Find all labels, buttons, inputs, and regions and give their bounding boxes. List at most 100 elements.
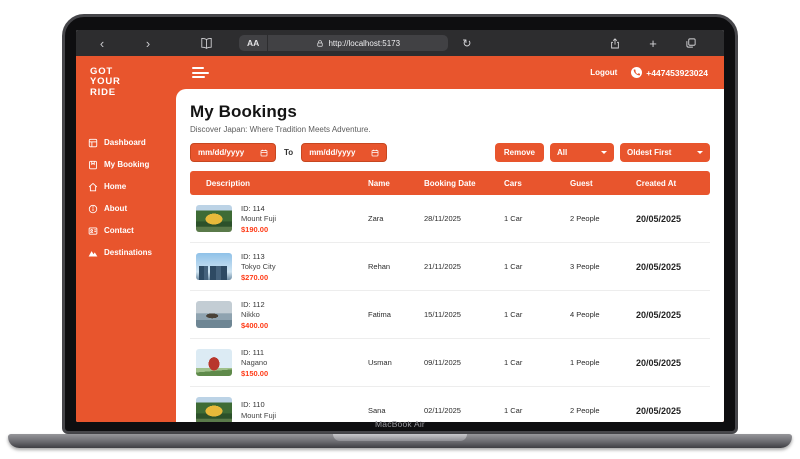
booking-price: $400.00 (241, 320, 269, 330)
topbar: Logout +447453923024 (176, 56, 724, 89)
table-row[interactable]: ID: 111 Nagano $150.00 Usman 09/11/2025 … (190, 339, 710, 387)
url-text: http://localhost:5173 (328, 38, 401, 48)
remove-filter-button[interactable]: Remove (494, 143, 544, 162)
calendar-icon (371, 149, 379, 156)
created-at: 20/05/2025 (636, 309, 682, 320)
booking-icon (89, 160, 97, 169)
booking-date: 09/11/2025 (424, 358, 461, 367)
destination-thumbnail (196, 301, 232, 328)
created-at: 20/05/2025 (636, 357, 682, 368)
sidebar-nav: Dashboard My Booking Home About Contact … (76, 132, 176, 264)
page-subtitle: Discover Japan: Where Tradition Meets Ad… (190, 125, 371, 134)
guest-name: Rehan (368, 262, 391, 271)
booking-date: 15/11/2025 (424, 310, 461, 319)
back-icon[interactable]: ‹ (90, 37, 114, 50)
destination-name: Mount Fuji (241, 214, 277, 223)
sidebar-item-dashboard[interactable]: Dashboard (76, 132, 176, 154)
page-title: My Bookings (190, 102, 297, 121)
sidebar-item-home[interactable]: Home (76, 176, 176, 198)
sort-select[interactable]: Oldest First (620, 143, 710, 162)
table-row[interactable]: ID: 112 Nikko $400.00 Fatima 15/11/2025 … (190, 291, 710, 339)
category-select[interactable]: All (550, 143, 614, 162)
sidebar-item-destinations[interactable]: Destinations (76, 242, 176, 264)
laptop-base-notch (333, 434, 467, 441)
guest-count: 3 People (570, 262, 600, 271)
phone-contact[interactable]: +447453923024 (631, 67, 708, 78)
share-icon[interactable] (596, 37, 634, 50)
info-icon (88, 204, 98, 213)
menu-icon[interactable] (192, 67, 209, 78)
created-at: 20/05/2025 (636, 261, 682, 272)
destination-thumbnail (196, 205, 232, 232)
lock-icon (317, 39, 324, 47)
destination-thumbnail (196, 253, 232, 280)
phone-icon (631, 67, 643, 78)
booking-price: $190.00 (241, 224, 269, 234)
guest-count: 2 People (570, 406, 600, 415)
reading-list-icon[interactable] (200, 37, 213, 50)
destination-name: Nikko (241, 310, 260, 319)
table-header: Description Name Booking Date Cars Guest… (190, 171, 710, 195)
chevron-down-icon (697, 151, 703, 154)
table-row[interactable]: ID: 114 Mount Fuji $190.00 Zara 28/11/20… (190, 195, 710, 243)
created-at: 20/05/2025 (636, 213, 682, 224)
cars-count: 1 Car (504, 310, 523, 319)
booking-id: ID: 110 (241, 400, 265, 409)
destination-thumbnail (196, 349, 232, 376)
guest-name: Zara (368, 214, 384, 223)
tab-overview-icon[interactable] (672, 37, 710, 49)
sidebar-item-contact[interactable]: Contact (76, 220, 176, 242)
guest-name: Fatima (368, 310, 391, 319)
guest-name: Sana (368, 406, 386, 415)
sidebar: GOT YOUR RIDE Dashboard My Booking Home … (76, 56, 176, 422)
forward-icon[interactable]: › (136, 37, 160, 50)
booking-price: $150.00 (241, 368, 269, 378)
booking-date: 21/11/2025 (424, 262, 461, 271)
to-label: To (284, 148, 294, 157)
laptop-base (8, 434, 792, 448)
main-content: My Bookings Discover Japan: Where Tradit… (176, 89, 724, 422)
date-to-input[interactable]: mm/dd/yyyy (301, 143, 388, 162)
booking-id: ID: 111 (241, 347, 265, 357)
table-row[interactable]: ID: 110 Mount Fuji Sana 02/11/2025 1 Car… (190, 387, 710, 422)
mountains-icon (88, 250, 98, 257)
screen-viewport: ‹ › AA http://localhost:5173 ↻ + GOT YOU… (76, 30, 724, 422)
guest-name: Usman (368, 358, 392, 367)
date-from-input[interactable]: mm/dd/yyyy (190, 143, 276, 162)
guest-count: 4 People (570, 310, 600, 319)
guest-count: 1 People (570, 358, 600, 367)
app-root: GOT YOUR RIDE Dashboard My Booking Home … (76, 56, 724, 422)
laptop-mockup: ‹ › AA http://localhost:5173 ↻ + GOT YOU… (0, 0, 800, 459)
reload-icon[interactable]: ↻ (462, 37, 471, 50)
text-size-button[interactable]: AA (239, 35, 269, 51)
contact-icon (88, 227, 98, 235)
logout-button[interactable]: Logout (590, 68, 617, 77)
sidebar-item-my-booking[interactable]: My Booking (76, 154, 176, 176)
cars-count: 1 Car (504, 214, 523, 223)
booking-date: 28/11/2025 (424, 214, 461, 223)
sidebar-item-about[interactable]: About (76, 198, 176, 220)
laptop-screen-frame: ‹ › AA http://localhost:5173 ↻ + GOT YOU… (62, 14, 738, 434)
dashboard-icon (88, 138, 98, 147)
new-tab-icon[interactable]: + (634, 36, 672, 51)
phone-number: +447453923024 (646, 67, 708, 78)
booking-id: ID: 112 (241, 299, 265, 309)
browser-toolbar: ‹ › AA http://localhost:5173 ↻ + (76, 30, 724, 56)
booking-price: $270.00 (241, 272, 269, 282)
home-icon (88, 182, 98, 191)
logo: GOT YOUR RIDE (90, 66, 121, 98)
chevron-down-icon (601, 151, 607, 154)
cars-count: 1 Car (504, 262, 523, 271)
table-body: ID: 114 Mount Fuji $190.00 Zara 28/11/20… (190, 195, 710, 422)
address-bar[interactable]: http://localhost:5173 (268, 35, 449, 51)
destination-name: Tokyo City (241, 262, 276, 271)
created-at: 20/05/2025 (636, 405, 682, 416)
cars-count: 1 Car (504, 358, 523, 367)
destination-name: Nagano (241, 358, 268, 367)
guest-count: 2 People (570, 214, 600, 223)
table-row[interactable]: ID: 113 Tokyo City $270.00 Rehan 21/11/2… (190, 243, 710, 291)
calendar-icon (260, 149, 268, 156)
booking-id: ID: 113 (241, 251, 265, 261)
booking-date: 02/11/2025 (424, 406, 461, 415)
booking-id: ID: 114 (241, 203, 265, 213)
